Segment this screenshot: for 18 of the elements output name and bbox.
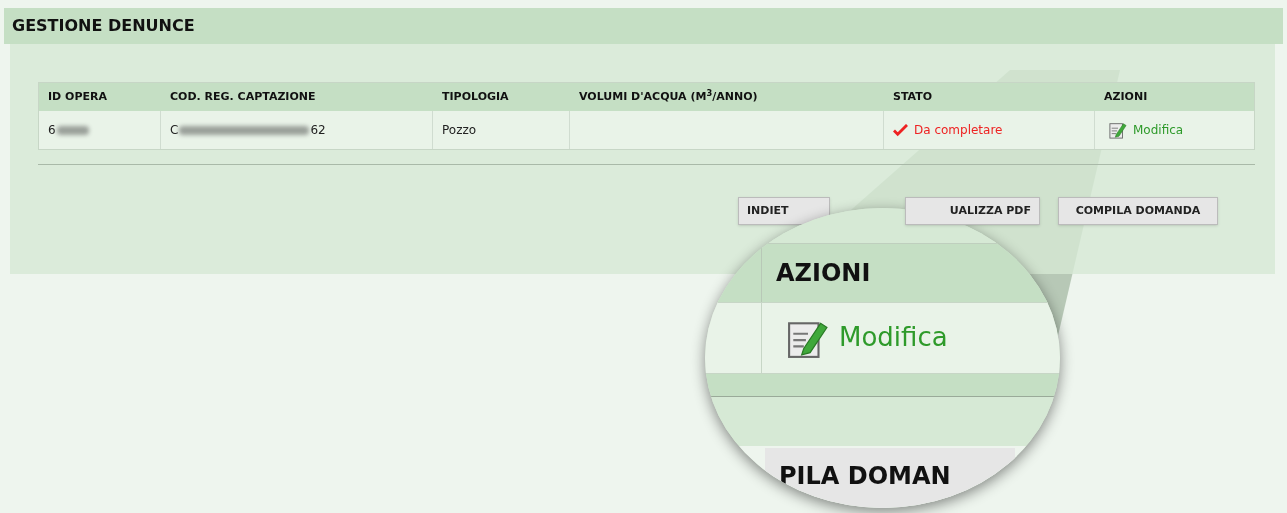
column-header: AZIONI	[1103, 88, 1149, 105]
zoomed-column-header: AZIONI	[776, 257, 871, 289]
table-cell: 6	[39, 111, 161, 149]
edit-icon	[1109, 121, 1127, 139]
fill-form-button[interactable]: COMPILA DOMANDA	[1058, 197, 1218, 225]
column-header: VOLUMI D'ACQUA (M$^{3}$/ANNO)	[578, 88, 759, 105]
back-button[interactable]: INDIET	[738, 197, 830, 225]
checkmark-icon	[893, 123, 908, 137]
column-header: TIPOLOGIA	[441, 88, 510, 105]
view-pdf-button[interactable]: UALIZZA PDF	[905, 197, 1040, 225]
column-header: STATO	[892, 88, 934, 105]
page-header: GESTIONE DENUNCE	[4, 8, 1283, 44]
column-header: ID OPERA	[47, 88, 108, 105]
table-cell: C 62	[161, 111, 433, 149]
column-header: COD. REG. CAPTAZIONE	[169, 88, 317, 105]
table-cell: Pozzo	[433, 111, 570, 149]
status-text: Da completare	[914, 122, 1003, 139]
blurred-text	[56, 125, 89, 135]
